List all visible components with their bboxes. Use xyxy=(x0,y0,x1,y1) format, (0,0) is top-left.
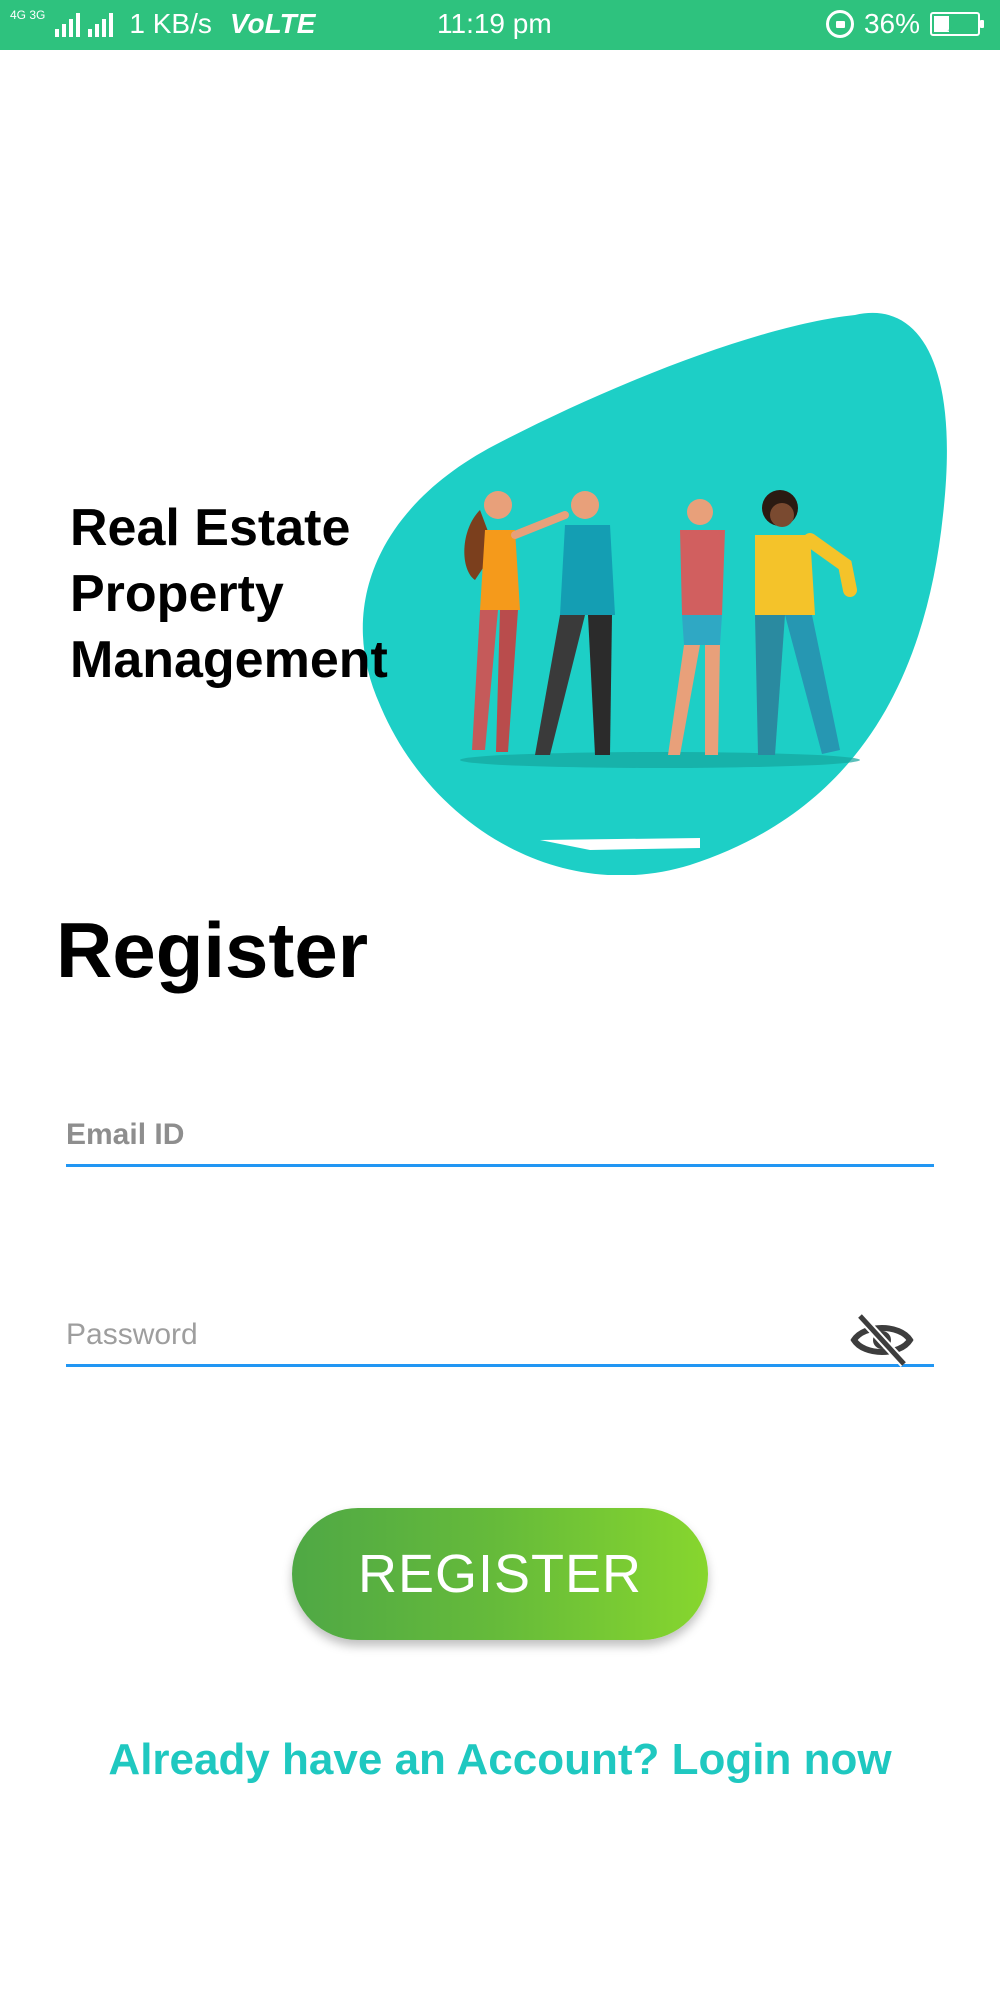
visibility-off-icon[interactable] xyxy=(850,1310,914,1370)
register-button[interactable]: REGISTER xyxy=(292,1508,708,1640)
register-heading: Register xyxy=(56,906,369,994)
login-now-link[interactable]: Already have an Account? Login now xyxy=(0,1735,1000,1785)
email-input[interactable] xyxy=(66,1118,934,1164)
network-speed: 1 KB/s xyxy=(129,8,212,39)
password-field-container xyxy=(66,1312,934,1368)
status-left: 4G 3G 1 KB/s VoLTE xyxy=(10,8,315,40)
volte-indicator: VoLTE xyxy=(229,8,316,39)
email-field-container xyxy=(66,1118,934,1167)
status-right: 36% ⚡ xyxy=(825,8,984,40)
rotation-lock-icon xyxy=(825,10,854,38)
clock: 11:19 pm xyxy=(437,8,552,39)
people-illustration xyxy=(460,490,860,768)
battery-percent: 36% xyxy=(863,8,920,39)
password-input[interactable] xyxy=(66,1318,934,1364)
status-bar: 4G 3G 1 KB/s VoLTE 11:19 pm 36% ⚡ xyxy=(0,0,1000,50)
signal-icon xyxy=(55,11,81,37)
signal-icon-2 xyxy=(88,11,114,37)
charging-icon: ⚡ xyxy=(946,14,961,36)
network-type: 4G 3G xyxy=(10,8,46,22)
app-title: Real Estate Property Management xyxy=(70,499,388,689)
battery-icon: ⚡ xyxy=(930,12,984,36)
